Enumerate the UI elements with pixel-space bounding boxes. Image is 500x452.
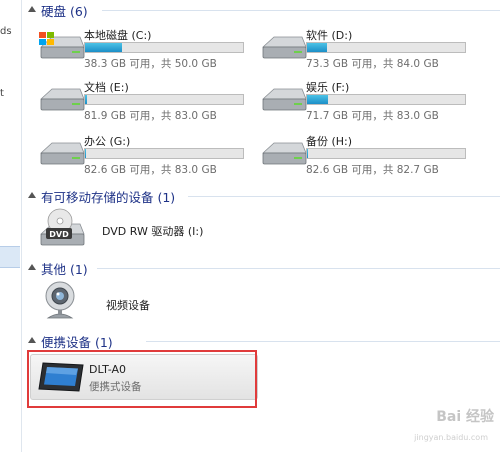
device-label: 视频设备 [106,299,150,312]
nav-item-fragment[interactable]: ds [0,26,12,37]
group-header-hard-disks[interactable]: 硬盘 (6) [22,0,500,20]
usage-bar-fill [307,95,329,104]
highlight-annotation [27,350,257,408]
drive-size: 71.7 GB 可用，共 83.0 GB [306,110,439,122]
drive-e[interactable]: 文档 (E:) 81.9 GB 可用，共 83.0 GB [38,79,258,123]
drive-label: 软件 (D:) [306,29,353,42]
navigation-pane[interactable]: ds t [0,0,22,452]
video-device[interactable]: 视频设备 [42,280,202,320]
usage-bar-fill [85,149,86,158]
baidu-watermark: Bai 经验 [436,409,494,425]
drive-size: 82.6 GB 可用，共 82.7 GB [306,164,439,176]
hard-drive-icon [261,36,307,59]
usage-bar-fill [307,43,328,52]
group-divider [97,268,500,269]
group-title: 硬盘 (6) [41,4,88,19]
drive-d[interactable]: 软件 (D:) 73.3 GB 可用，共 84.0 GB [260,27,480,71]
webcam-icon [45,281,75,319]
hard-drive-icon [39,142,85,165]
drive-h[interactable]: 备份 (H:) 82.6 GB 可用，共 82.7 GB [260,133,480,177]
drive-label: 办公 (G:) [84,135,131,148]
collapse-triangle-icon[interactable] [28,337,36,343]
usage-bar-fill [85,95,88,104]
nav-item-fragment[interactable]: t [0,88,4,99]
drive-size: 38.3 GB 可用，共 50.0 GB [84,58,217,70]
drive-label: 本地磁盘 (C:) [84,29,152,42]
drive-size: 81.9 GB 可用，共 83.0 GB [84,110,217,122]
hard-drive-icon [39,88,85,111]
usage-bar [306,42,466,53]
group-title: 有可移动存储的设备 (1) [41,190,176,205]
collapse-triangle-icon[interactable] [28,6,36,12]
hard-drive-icon [261,142,307,165]
usage-bar [306,148,466,159]
dvd-icon-label: DVD [49,230,69,239]
usage-bar [84,42,244,53]
drive-label: 文档 (E:) [84,81,129,94]
group-divider [146,341,500,342]
device-label: DVD RW 驱动器 (I:) [102,225,204,238]
group-header-removable-storage[interactable]: 有可移动存储的设备 (1) [22,186,500,206]
drive-label: 娱乐 (F:) [306,81,350,94]
dvd-drive[interactable]: DVD DVD RW 驱动器 (I:) [38,208,238,248]
usage-bar [306,94,466,105]
group-header-portable-devices[interactable]: 便携设备 (1) [22,331,500,351]
collapse-triangle-icon[interactable] [28,264,36,270]
drive-size: 82.6 GB 可用，共 83.0 GB [84,164,217,176]
drive-label: 备份 (H:) [306,135,353,148]
group-divider [188,196,500,197]
usage-bar [84,148,244,159]
windows-drive-icon [39,32,85,59]
dvd-drive-icon: DVD [39,208,85,246]
group-header-other[interactable]: 其他 (1) [22,258,500,278]
usage-bar-fill [85,43,122,52]
content-pane: 硬盘 (6) 本地磁盘 (C:) 38.3 GB 可用，共 50.0 GB 软件… [22,0,500,452]
nav-selected-item[interactable] [0,246,20,268]
drive-size: 73.3 GB 可用，共 84.0 GB [306,58,439,70]
hard-drive-icon [261,88,307,111]
drive-c[interactable]: 本地磁盘 (C:) 38.3 GB 可用，共 50.0 GB [38,27,258,71]
drive-g[interactable]: 办公 (G:) 82.6 GB 可用，共 83.0 GB [38,133,258,177]
usage-bar-fill [307,149,308,158]
group-title: 便携设备 (1) [41,335,113,350]
collapse-triangle-icon[interactable] [28,192,36,198]
watermark-url: jingyan.baidu.com [414,433,488,442]
drive-f[interactable]: 娱乐 (F:) 71.7 GB 可用，共 83.0 GB [260,79,480,123]
usage-bar [84,94,244,105]
group-divider [102,10,500,11]
group-title: 其他 (1) [41,262,88,277]
